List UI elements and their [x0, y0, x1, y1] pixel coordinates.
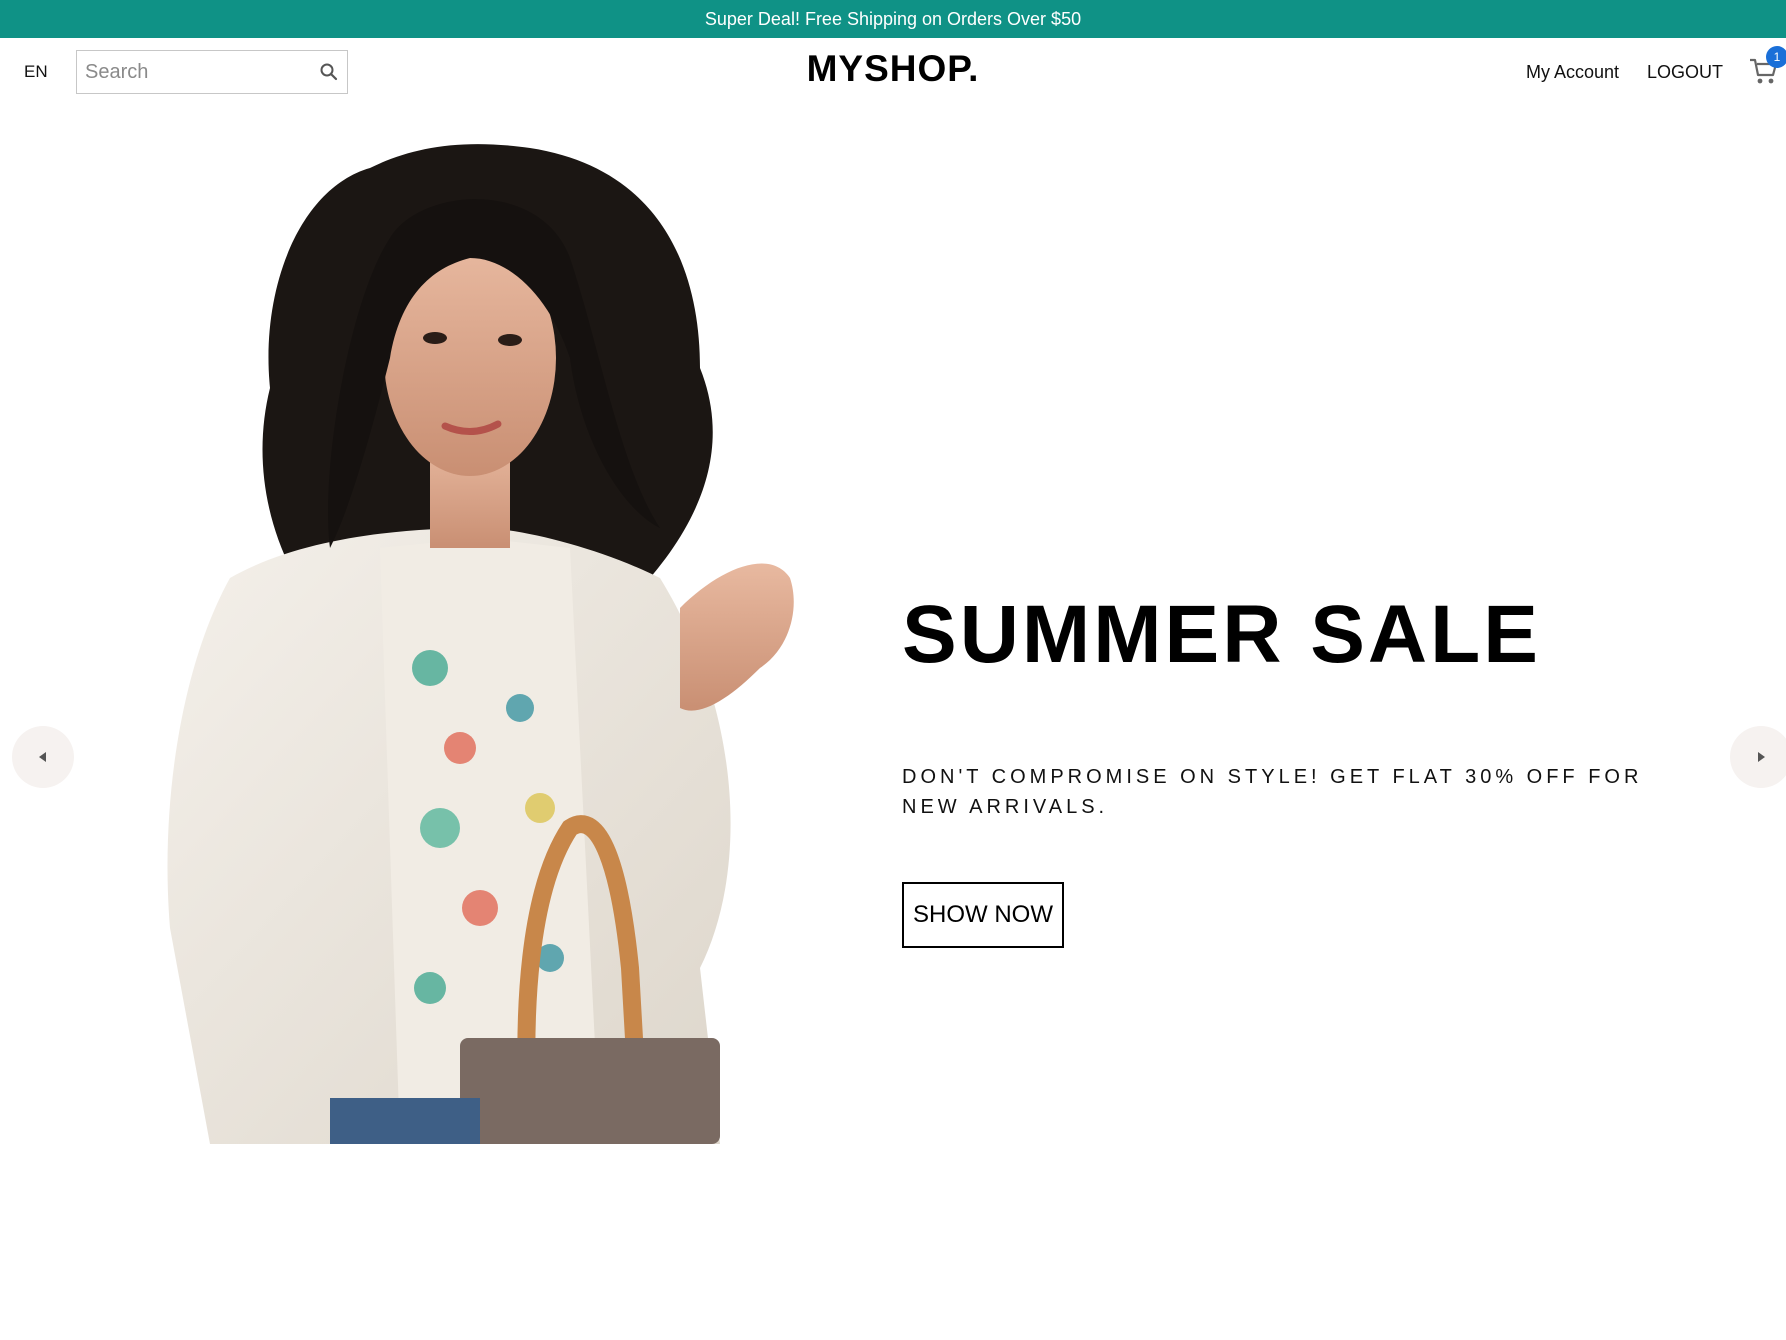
site-header: EN MYSHOP. My Account LOGOUT 1: [0, 38, 1786, 108]
logout-link[interactable]: LOGOUT: [1647, 62, 1723, 83]
show-now-button[interactable]: SHOW NOW: [902, 882, 1064, 948]
announcement-bar: Super Deal! Free Shipping on Orders Over…: [0, 0, 1786, 38]
slider-next-button[interactable]: [1730, 726, 1786, 788]
hero-subtitle: DON'T COMPROMISE ON STYLE! GET FLAT 30% …: [902, 766, 1643, 818]
cart-count-badge: 1: [1766, 46, 1786, 68]
slider-prev-button[interactable]: [12, 726, 74, 788]
chevron-left-icon: [39, 752, 46, 762]
my-account-link[interactable]: My Account: [1526, 62, 1619, 83]
hero-model-image: [167, 144, 794, 1144]
site-logo[interactable]: MYSHOP.: [0, 48, 1786, 90]
chevron-right-icon: [1758, 752, 1765, 762]
announcement-text: Super Deal! Free Shipping on Orders Over…: [704, 9, 1082, 29]
hero-title: SUMMER SALE: [902, 589, 1541, 680]
hero-slider: SUMMER SALE DON'T COMPROMISE ON STYLE! G…: [0, 108, 1786, 1144]
